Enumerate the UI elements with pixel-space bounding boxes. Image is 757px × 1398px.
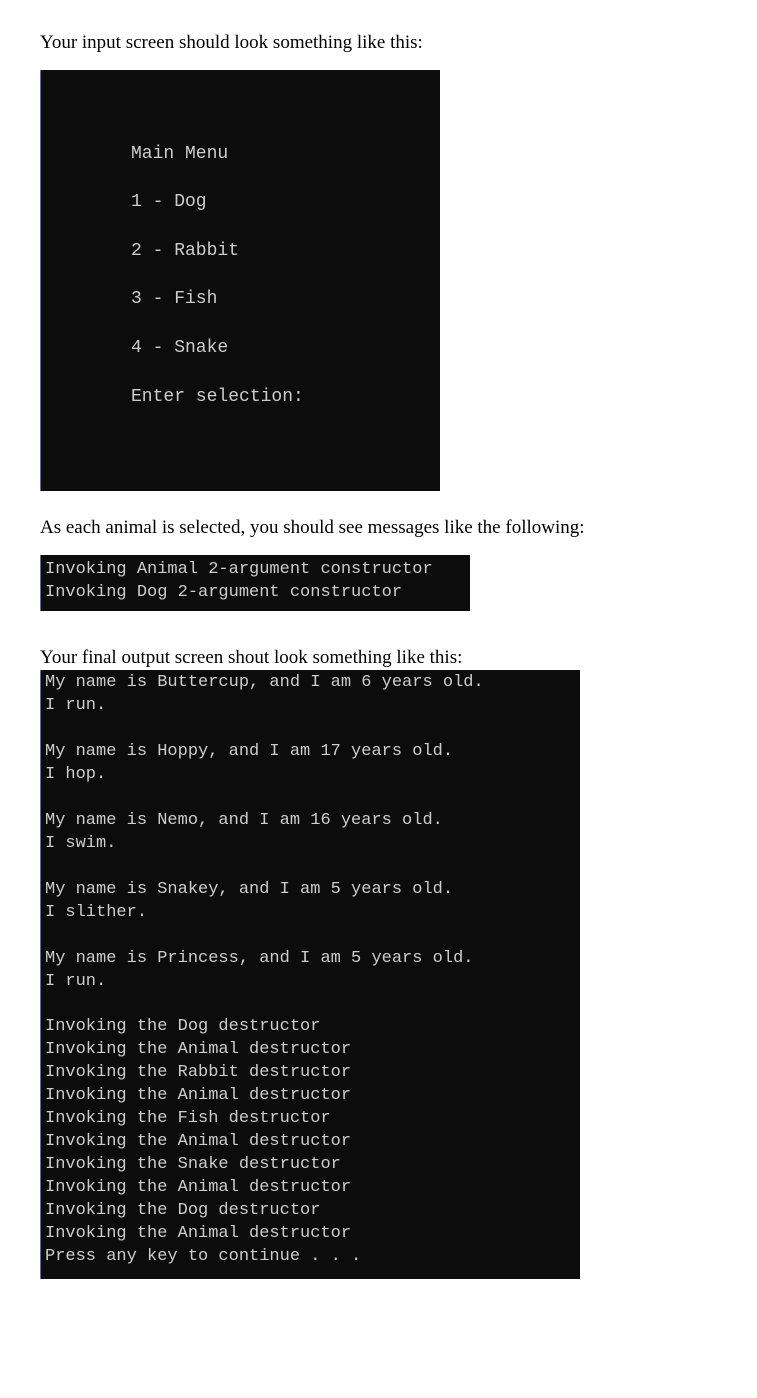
intro-text-2: As each animal is selected, you should s… [40,515,717,541]
menu-prompt: Enter selection: [131,373,440,422]
console-main-menu: Main Menu1 - Dog2 - Rabbit3 - Fish4 - Sn… [40,70,440,492]
console-line: Invoking the Animal destructor [45,1177,572,1200]
console-line: Invoking the Snake destructor [45,1154,572,1177]
intro-text-1: Your input screen should look something … [40,30,717,56]
console-line: My name is Hoppy, and I am 17 years old. [45,741,572,764]
console-line: Invoking the Fish destructor [45,1108,572,1131]
console-line: Invoking the Animal destructor [45,1085,572,1108]
console-line: My name is Buttercup, and I am 6 years o… [45,672,572,695]
console-line: I slither. [45,902,572,925]
console-line: My name is Nemo, and I am 16 years old. [45,810,572,833]
console-line: My name is Princess, and I am 5 years ol… [45,948,572,971]
console-line: Invoking the Dog destructor [45,1200,572,1223]
console-line: I run. [45,971,572,994]
menu-item: 2 - Rabbit [131,227,440,276]
console-line: Invoking the Dog destructor [45,1016,572,1039]
console-blank-line [45,856,572,879]
menu-item: 1 - Dog [131,178,440,227]
console-line: Invoking Animal 2-argument constructor [45,559,462,582]
console-line: Invoking the Animal destructor [45,1131,572,1154]
console-blank-line [45,718,572,741]
console-line: I swim. [45,833,572,856]
console-line: Invoking Dog 2-argument constructor [45,582,462,605]
menu-item: 3 - Fish [131,275,440,324]
console-line: Invoking the Animal destructor [45,1039,572,1062]
console-blank-line [45,925,572,948]
console-line: I hop. [45,764,572,787]
console-constructors: Invoking Animal 2-argument constructorIn… [40,555,470,611]
console-line: Invoking the Rabbit destructor [45,1062,572,1085]
menu-item: 4 - Snake [131,324,440,373]
console-line: Invoking the Animal destructor [45,1223,572,1246]
menu-title: Main Menu [131,130,440,179]
console-blank-line [45,787,572,810]
console-line: My name is Snakey, and I am 5 years old. [45,879,572,902]
console-final-output: My name is Buttercup, and I am 6 years o… [40,670,580,1278]
console-line: I run. [45,695,572,718]
console-blank-line [45,993,572,1016]
console-continue-prompt: Press any key to continue . . . [45,1246,572,1269]
intro-text-3: Your final output screen shout look some… [40,645,717,671]
